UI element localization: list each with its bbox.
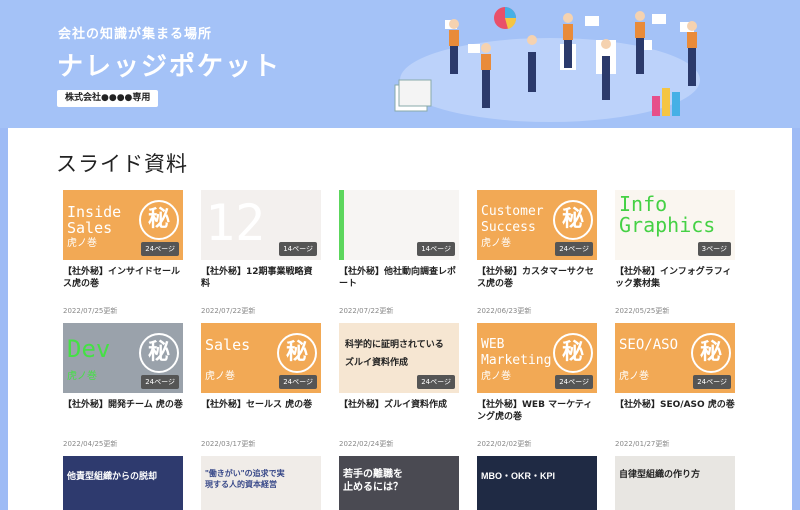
section-title: スライド資料	[56, 152, 188, 176]
slide-card[interactable]: Customer Success 虎ノ巻 秘 24ページ 【社外秘】カスタマーサ…	[477, 190, 597, 316]
slide-card[interactable]: 14ページ 【社外秘】他社動向調査レポート 2022/07/22更新	[339, 190, 459, 316]
slide-thumbnail[interactable]: MBO・OKR・KPI	[477, 456, 597, 510]
slide-title[interactable]: 【社外秘】開発チーム 虎の巻	[63, 399, 183, 425]
slide-card[interactable]: Info Graphics 3ページ 【社外秘】インフォグラフィック素材集 20…	[615, 190, 735, 316]
slide-card[interactable]: 12 14ページ 【社外秘】12期事業戦略資料 2022/07/22更新	[201, 190, 321, 316]
slide-title[interactable]: 【社外秘】セールス 虎の巻	[201, 399, 321, 425]
slide-date: 2022/06/23更新	[477, 307, 532, 315]
slide-thumbnail[interactable]: 14ページ	[339, 190, 459, 260]
slide-date: 2022/07/22更新	[201, 307, 256, 315]
slide-thumbnail[interactable]: 科学的に証明されている ズルイ資料作成 24ページ	[339, 323, 459, 393]
slide-thumbnail[interactable]: Customer Success 虎ノ巻 秘 24ページ	[477, 190, 597, 260]
slide-title[interactable]: 【社外秘】カスタマーサクセス虎の巻	[477, 266, 597, 292]
secret-seal-icon: 秘	[553, 333, 593, 373]
page-count-badge: 24ページ	[693, 375, 731, 389]
slide-thumbnail[interactable]: "働きがい"の追求で実現する人的資本経営	[201, 456, 321, 510]
slide-date: 2022/05/25更新	[615, 307, 670, 315]
thumb-subtitle: 虎ノ巻	[481, 371, 511, 382]
slide-thumbnail[interactable]: WEB Marketing 虎ノ巻 秘 24ページ	[477, 323, 597, 393]
slide-card[interactable]: MBO・OKR・KPI	[477, 456, 597, 510]
thumb-subtitle: 虎ノ巻	[205, 371, 235, 382]
slide-thumbnail[interactable]: Inside Sales 虎ノ巻 秘 24ページ	[63, 190, 183, 260]
slide-title[interactable]: 【社外秘】他社動向調査レポート	[339, 266, 459, 292]
thumb-title: 12	[205, 194, 266, 252]
slide-thumbnail[interactable]: Info Graphics 3ページ	[615, 190, 735, 260]
slide-card[interactable]: SEO/ASO 虎ノ巻 秘 24ページ 【社外秘】SEO/ASO 虎の巻 202…	[615, 323, 735, 449]
thumb-title: "働きがい"の追求で実現する人的資本経営	[205, 469, 285, 489]
page-count-badge: 14ページ	[279, 242, 317, 256]
thumb-title: Inside Sales	[67, 203, 122, 237]
slide-title[interactable]: 【社外秘】インサイドセールス虎の巻	[63, 266, 183, 292]
site-tagline: 会社の知識が集まる場所	[58, 27, 213, 42]
slide-title[interactable]: 【社外秘】WEB マーケティング虎の巻	[477, 399, 597, 425]
page-count-badge: 24ページ	[141, 242, 179, 256]
thumb-title: 若手の離職を止めるには？	[343, 469, 403, 493]
thumb-subtitle: 虎ノ巻	[67, 238, 97, 249]
thumb-title: WEB Marketing	[481, 337, 552, 368]
secret-seal-icon: 秘	[277, 333, 317, 373]
slide-title[interactable]: 【社外秘】SEO/ASO 虎の巻	[615, 399, 735, 425]
slide-card[interactable]: Dev 虎ノ巻 秘 24ページ 【社外秘】開発チーム 虎の巻 2022/04/2…	[63, 323, 183, 449]
thumb-title: Customer Success	[481, 204, 544, 235]
page-count-badge: 24ページ	[555, 375, 593, 389]
slide-thumbnail[interactable]: 他責型組織からの脱却	[63, 456, 183, 510]
slide-thumbnail[interactable]: Sales 虎ノ巻 秘 24ページ	[201, 323, 321, 393]
page-count-badge: 24ページ	[417, 375, 455, 389]
page-count-badge: 24ページ	[555, 242, 593, 256]
thumb-subtitle: 虎ノ巻	[481, 238, 511, 249]
hero-banner: 会社の知識が集まる場所 ナレッジポケット 株式会社●●●●専用	[0, 0, 800, 128]
thumb-title: SEO/ASO	[619, 337, 679, 353]
slide-card[interactable]: "働きがい"の追求で実現する人的資本経営	[201, 456, 321, 510]
slide-date: 2022/07/25更新	[63, 307, 118, 315]
slide-card[interactable]: Sales 虎ノ巻 秘 24ページ 【社外秘】セールス 虎の巻 2022/03/…	[201, 323, 321, 449]
thumb-title: Info Graphics	[619, 192, 716, 237]
slide-date: 2022/01/27更新	[615, 440, 670, 448]
thumb-title: 他責型組織からの脱却	[67, 471, 158, 481]
thumb-title: MBO・OKR・KPI	[481, 471, 555, 481]
site-title[interactable]: ナレッジポケット	[57, 46, 281, 83]
page-count-badge: 14ページ	[417, 242, 455, 256]
page-count-badge: 24ページ	[279, 375, 317, 389]
page: 会社の知識が集まる場所 ナレッジポケット 株式会社●●●●専用 スライド資料 I…	[0, 0, 800, 510]
slide-card[interactable]: WEB Marketing 虎ノ巻 秘 24ページ 【社外秘】WEB マーケティ…	[477, 323, 597, 449]
slide-thumbnail[interactable]: Dev 虎ノ巻 秘 24ページ	[63, 323, 183, 393]
slide-date: 2022/03/17更新	[201, 440, 256, 448]
slide-card[interactable]: 自律型組織の作り方	[615, 456, 735, 510]
slide-title[interactable]: 【社外秘】12期事業戦略資料	[201, 266, 321, 292]
page-count-badge: 3ページ	[697, 242, 731, 256]
slide-title[interactable]: 【社外秘】ズルイ資料作成	[339, 399, 459, 425]
slide-date: 2022/04/25更新	[63, 440, 118, 448]
thumb-title: Dev	[67, 335, 111, 363]
slide-card[interactable]: 科学的に証明されている ズルイ資料作成 24ページ 【社外秘】ズルイ資料作成 2…	[339, 323, 459, 449]
secret-seal-icon: 秘	[139, 333, 179, 373]
slide-thumbnail[interactable]: 自律型組織の作り方	[615, 456, 735, 510]
slide-date: 2022/07/22更新	[339, 307, 394, 315]
slide-thumbnail[interactable]: 若手の離職を止めるには？	[339, 456, 459, 510]
slide-date: 2022/02/02更新	[477, 440, 532, 448]
slide-thumbnail[interactable]: 12 14ページ	[201, 190, 321, 260]
slide-date: 2022/02/24更新	[339, 440, 394, 448]
secret-seal-icon: 秘	[553, 200, 593, 240]
hero-illustration	[394, 7, 700, 122]
thumb-title: Sales	[205, 336, 251, 354]
company-badge: 株式会社●●●●専用	[57, 90, 159, 107]
slide-card[interactable]: 他責型組織からの脱却	[63, 456, 183, 510]
main-content: スライド資料 Inside Sales 虎ノ巻 秘 24ページ 【社外秘】インサ…	[8, 128, 792, 510]
slide-title[interactable]: 【社外秘】インフォグラフィック素材集	[615, 266, 735, 292]
slide-card[interactable]: 若手の離職を止めるには？	[339, 456, 459, 510]
thumb-title: 科学的に証明されている ズルイ資料作成	[345, 339, 444, 367]
secret-seal-icon: 秘	[139, 200, 179, 240]
page-count-badge: 24ページ	[141, 375, 179, 389]
thumb-subtitle: 虎ノ巻	[67, 371, 97, 382]
thumb-subtitle: 虎ノ巻	[619, 371, 649, 382]
thumb-title: 自律型組織の作り方	[619, 469, 701, 479]
slide-thumbnail[interactable]: SEO/ASO 虎ノ巻 秘 24ページ	[615, 323, 735, 393]
slide-card[interactable]: Inside Sales 虎ノ巻 秘 24ページ 【社外秘】インサイドセールス虎…	[63, 190, 183, 316]
secret-seal-icon: 秘	[691, 333, 731, 373]
